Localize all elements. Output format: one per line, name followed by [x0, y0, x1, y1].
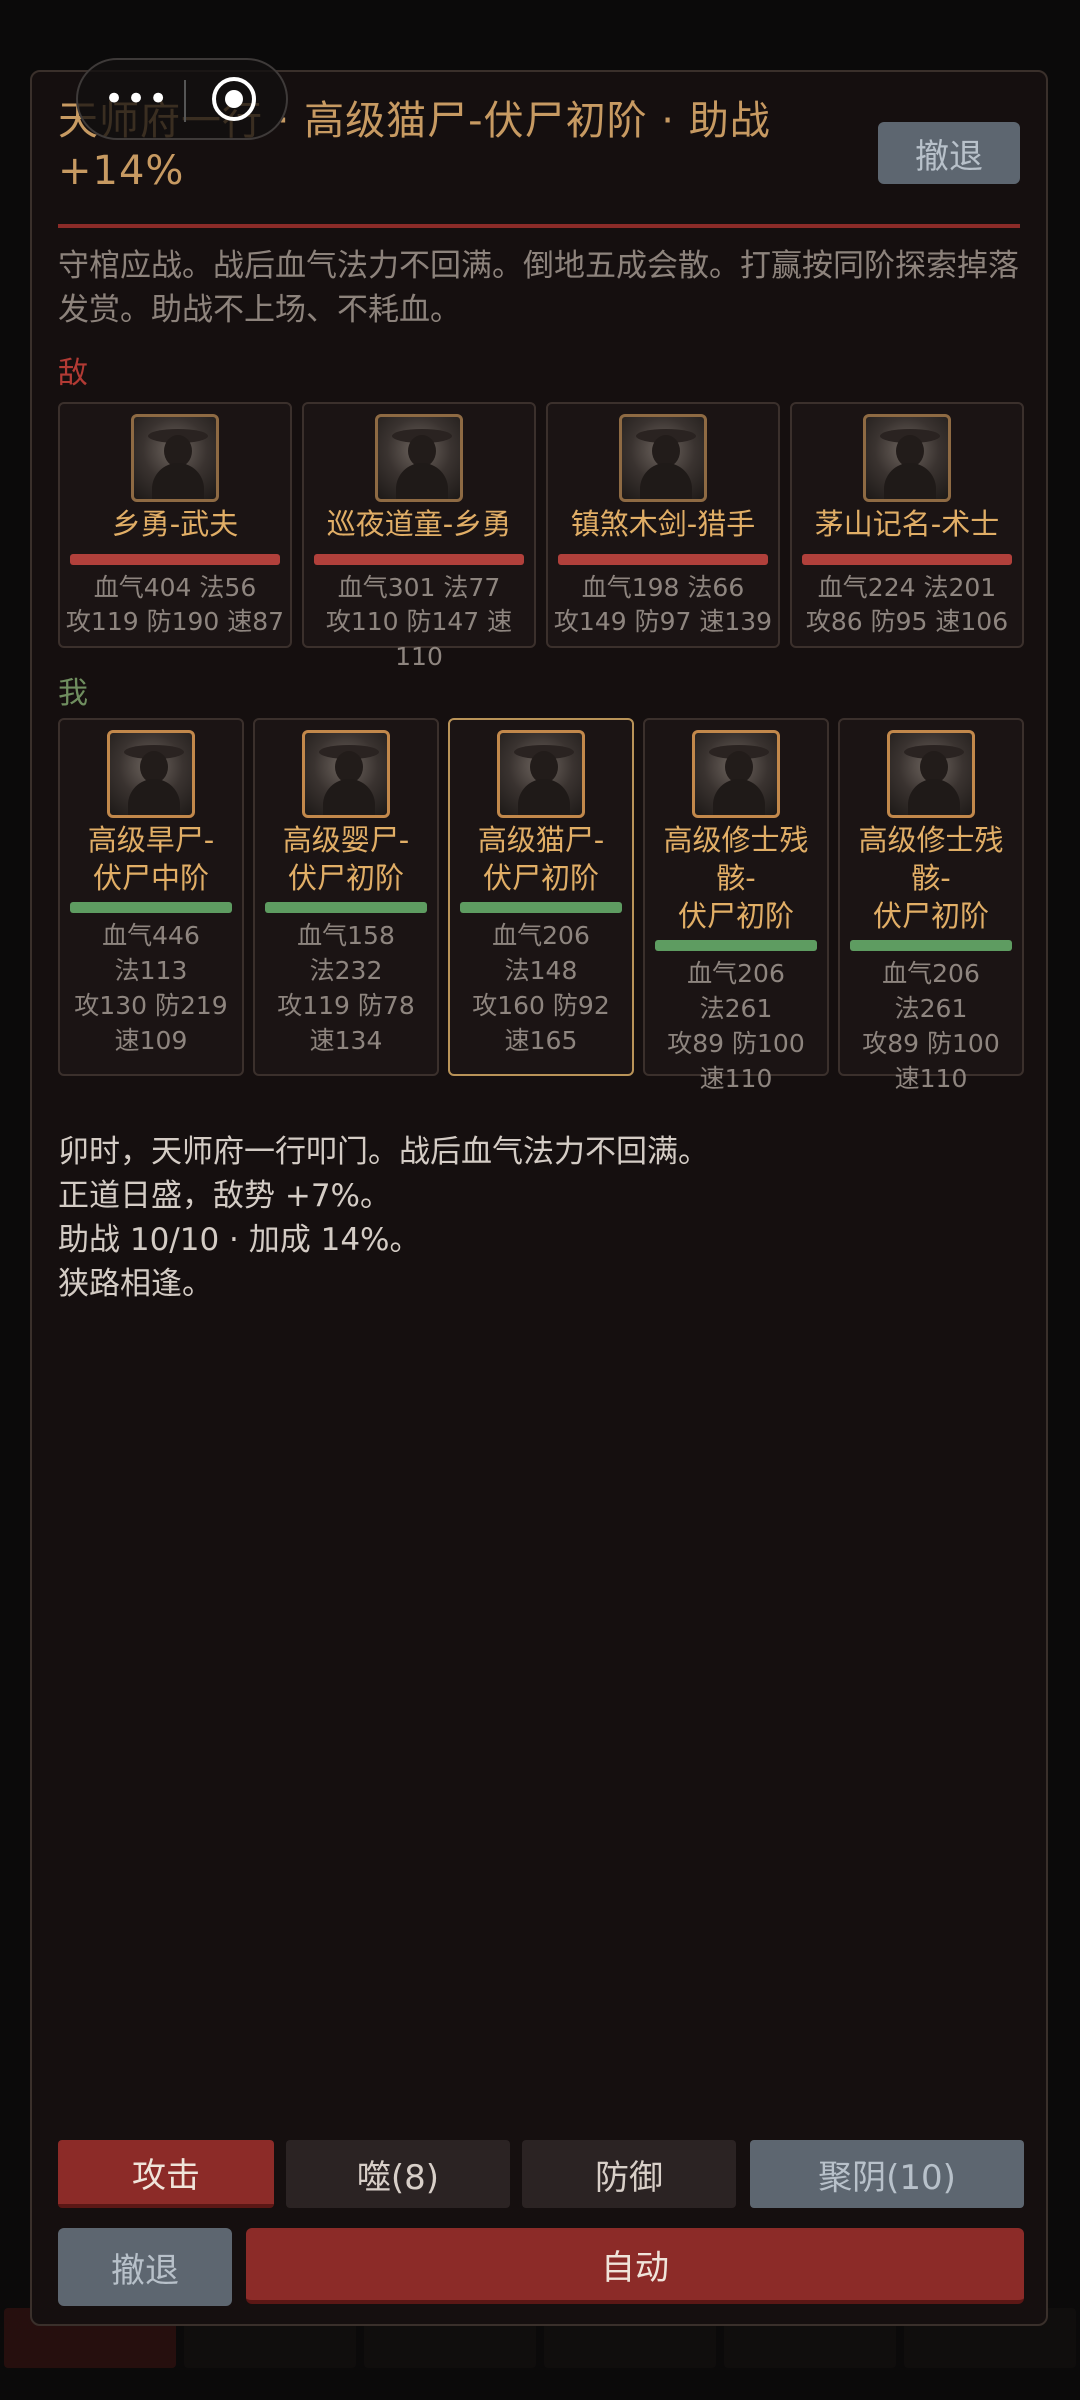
- ally-hp-bar: [70, 902, 232, 913]
- ally-name-line: 骸-: [716, 861, 756, 895]
- ally-hp-bar: [460, 902, 622, 913]
- enemy-stats-line: 血气224 法201: [817, 573, 997, 602]
- ally-stats-line: 攻89 防100: [667, 1029, 805, 1058]
- capsule-divider: [184, 80, 186, 122]
- gather-yin-button[interactable]: 聚阴(10): [750, 2140, 1024, 2208]
- battle-modal: 天师府一行 · 高级猫尸-伏尸初阶 · 助战+14% 撤退 守棺应战。战后血气法…: [30, 70, 1048, 2326]
- ally-stats-line: 速165: [504, 1026, 578, 1055]
- ally-portrait: [887, 730, 975, 818]
- ally-stats-line: 血气206: [882, 959, 980, 988]
- ally-name-line: 伏尸初阶: [482, 861, 599, 895]
- ally-stats-line: 血气158: [297, 921, 395, 950]
- ally-card[interactable]: 高级旱尸- 伏尸中阶血气446 法113 攻130 防219 速109: [58, 718, 244, 1076]
- ally-stats-line: 法148: [504, 956, 578, 985]
- ally-name-line: 高级旱尸-: [87, 823, 215, 857]
- more-icon[interactable]: •••: [104, 82, 170, 116]
- ally-section-label: 我: [58, 676, 88, 711]
- enemy-portrait: [131, 414, 219, 502]
- enemy-section-label: 敌: [58, 356, 88, 391]
- ally-hp-bar: [265, 902, 427, 913]
- log-line: 卯时，天师府一行叩门。战后血气法力不回满。: [58, 1134, 709, 1170]
- ally-stats-line: 速110: [699, 1064, 773, 1093]
- ally-card[interactable]: 高级猫尸- 伏尸初阶血气206 法148 攻160 防92 速165: [448, 718, 634, 1076]
- battle-log: 卯时，天师府一行叩门。战后血气法力不回满。 正道日盛，敌势 +7%。 助战 10…: [58, 1130, 1024, 1306]
- ally-stats-line: 攻89 防100: [862, 1029, 1000, 1058]
- close-target-icon[interactable]: [212, 77, 256, 121]
- auto-button[interactable]: 自动: [246, 2228, 1024, 2304]
- ally-stats-line: 法261: [699, 994, 773, 1023]
- ally-card[interactable]: 高级婴尸- 伏尸初阶血气158 法232 攻119 防78 速134: [253, 718, 439, 1076]
- enemy-stats-line: 攻119 防190 速87: [65, 607, 285, 636]
- enemy-name: 茅山记名-术士: [814, 507, 1000, 541]
- enemy-stats-line: 攻110 防147 速110: [325, 607, 513, 671]
- ally-stats-line: 法232: [309, 956, 383, 985]
- log-line: 助战 10/10 · 加成 14%。: [58, 1222, 421, 1258]
- ally-name-line: 骸-: [911, 861, 951, 895]
- ally-hp-bar: [850, 940, 1012, 951]
- enemy-stats-line: 血气404 法56: [93, 573, 257, 602]
- enemy-name: 乡勇-武夫: [111, 507, 239, 541]
- enemy-card[interactable]: 茅山记名-术士血气224 法201 攻86 防95 速106: [790, 402, 1024, 648]
- ally-portrait: [107, 730, 195, 818]
- enemy-portrait: [619, 414, 707, 502]
- ally-stats-line: 血气446: [102, 921, 200, 950]
- enemy-stats-line: 攻149 防97 速139: [553, 607, 773, 636]
- enemy-stats-line: 血气301 法77: [337, 573, 501, 602]
- ally-stats-line: 法113: [114, 956, 188, 985]
- ally-portrait: [302, 730, 390, 818]
- ally-stats-line: 攻119 防78: [277, 991, 415, 1020]
- ally-stats-line: 攻160 防92: [472, 991, 610, 1020]
- log-line: 正道日盛，敌势 +7%。: [58, 1178, 392, 1214]
- enemy-portrait: [375, 414, 463, 502]
- retreat-button[interactable]: 撤退: [58, 2228, 232, 2306]
- ally-stats-line: 血气206: [687, 959, 785, 988]
- ally-stats-line: 血气206: [492, 921, 590, 950]
- title-divider: [58, 224, 1020, 228]
- enemy-hp-bar: [802, 554, 1012, 565]
- enemy-name: 巡夜道童-乡勇: [326, 507, 512, 541]
- attack-button[interactable]: 攻击: [58, 2140, 274, 2208]
- ally-name-line: 高级猫尸-: [477, 823, 605, 857]
- devour-button[interactable]: 噬(8): [286, 2140, 510, 2208]
- enemy-hp-bar: [314, 554, 524, 565]
- enemy-stats-line: 攻86 防95 速106: [805, 607, 1009, 636]
- ally-name-line: 伏尸初阶: [872, 899, 989, 933]
- ally-card[interactable]: 高级修士残骸- 伏尸初阶血气206 法261 攻89 防100 速110: [643, 718, 829, 1093]
- ally-name-line: 高级修士残: [858, 823, 1004, 857]
- retreat-button-top[interactable]: 撤退: [878, 122, 1020, 184]
- battle-description: 守棺应战。战后血气法力不回满。倒地五成会散。打赢按同阶探索掉落发赏。助战不上场、…: [58, 248, 1019, 328]
- enemy-name: 镇煞木剑-猎手: [570, 507, 756, 541]
- ally-name-line: 伏尸初阶: [677, 899, 794, 933]
- enemy-portrait: [863, 414, 951, 502]
- enemy-card[interactable]: 镇煞木剑-猎手血气198 法66 攻149 防97 速139: [546, 402, 780, 648]
- ally-name-line: 伏尸初阶: [287, 861, 404, 895]
- enemy-stats-line: 血气198 法66: [581, 573, 745, 602]
- log-line: 狭路相逢。: [58, 1266, 213, 1302]
- defend-button[interactable]: 防御: [522, 2140, 736, 2208]
- enemy-hp-bar: [558, 554, 768, 565]
- ally-portrait: [497, 730, 585, 818]
- ally-portrait: [692, 730, 780, 818]
- enemy-card[interactable]: 乡勇-武夫血气404 法56 攻119 防190 速87: [58, 402, 292, 648]
- ally-stats-line: 法261: [894, 994, 968, 1023]
- ally-name-line: 伏尸中阶: [92, 861, 209, 895]
- ally-name-line: 高级修士残: [663, 823, 809, 857]
- ally-stats-line: 速134: [309, 1026, 383, 1055]
- ally-stats-line: 速109: [114, 1026, 188, 1055]
- ally-card[interactable]: 高级修士残骸- 伏尸初阶血气206 法261 攻89 防100 速110: [838, 718, 1024, 1093]
- ally-hp-bar: [655, 940, 817, 951]
- ally-name-line: 高级婴尸-: [282, 823, 410, 857]
- ally-stats-line: 攻130 防219: [74, 991, 228, 1020]
- enemy-hp-bar: [70, 554, 280, 565]
- enemy-card[interactable]: 巡夜道童-乡勇血气301 法77 攻110 防147 速110: [302, 402, 536, 671]
- ally-stats-line: 速110: [894, 1064, 968, 1093]
- miniprogram-capsule: •••: [76, 58, 288, 140]
